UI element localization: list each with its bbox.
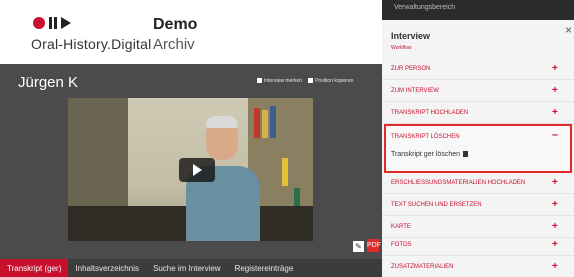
- sidebar-item-interview[interactable]: ZUM INTERVIEW +: [382, 80, 574, 102]
- record-dot-icon: [33, 17, 45, 29]
- archive-title: Demo: [153, 16, 198, 33]
- book: [282, 158, 288, 186]
- collapse-icon[interactable]: –: [552, 129, 558, 141]
- sidebar-item-label: ZUR PERSON: [391, 66, 431, 72]
- interviewee-hair: [206, 116, 238, 128]
- copy-position-link[interactable]: Position kopieren: [308, 78, 353, 84]
- star-icon: [257, 78, 262, 83]
- book: [262, 110, 268, 138]
- expand-icon: +: [552, 221, 558, 232]
- delete-transcript-button[interactable]: Transkript ger löschen: [391, 151, 468, 158]
- sidebar-item-additional-materials[interactable]: ZUSATZMATERIALIEN +: [382, 256, 574, 277]
- sidebar-item-search-replace[interactable]: TEXT SUCHEN UND ERSETZEN +: [382, 194, 574, 216]
- sidebar-item-delete-transcript[interactable]: TRANSKRIPT LÖSCHEN – Transkript ger lösc…: [384, 124, 572, 173]
- play-button[interactable]: [179, 158, 215, 182]
- sidebar-heading: Interview: [391, 31, 431, 41]
- pause-icon: [49, 17, 57, 29]
- pdf-download-icon[interactable]: PDF: [367, 239, 381, 252]
- expand-icon: +: [552, 63, 558, 74]
- play-icon: [61, 17, 71, 29]
- sidebar-item-label: ERSCHLIESSUNGSMATERIALIEN HOCHLADEN: [391, 180, 526, 186]
- tab-table-of-contents[interactable]: Inhaltsverzeichnis: [68, 259, 146, 277]
- delete-transcript-label: Transkript ger löschen: [391, 151, 460, 158]
- expand-icon: +: [552, 85, 558, 96]
- sidebar-item-upload-transcript[interactable]: TRANSKRIPT HOCHLADEN +: [382, 102, 574, 124]
- mark-interview-label: Interview merken: [264, 78, 303, 84]
- tab-search-in-interview[interactable]: Suche im Interview: [146, 259, 228, 277]
- edit-icon[interactable]: ✎: [353, 241, 364, 252]
- sidebar-item-label: ZUM INTERVIEW: [391, 88, 439, 94]
- expand-icon: +: [552, 239, 558, 250]
- expand-icon: +: [552, 177, 558, 188]
- sidebar-item-upload-materials[interactable]: ERSCHLIESSUNGSMATERIALIEN HOCHLADEN +: [382, 172, 574, 194]
- copy-position-label: Position kopieren: [315, 78, 354, 84]
- logo-text[interactable]: Oral-History.Digital: [31, 36, 151, 52]
- trash-icon: [463, 151, 468, 157]
- book: [270, 106, 276, 138]
- tab-bar: Transkript (ger) Inhaltsverzeichnis Such…: [0, 259, 382, 277]
- tab-transcript[interactable]: Transkript (ger): [0, 259, 69, 277]
- sidebar-subheading[interactable]: Workflow: [391, 45, 411, 51]
- page: Oral-History.Digital Demo Archiv Jürgen …: [0, 0, 574, 277]
- sidebar-item-label: TRANSKRIPT LÖSCHEN: [391, 134, 460, 140]
- expand-icon: +: [552, 107, 558, 118]
- sidebar-item-label: FOTOS: [391, 242, 412, 248]
- sidebar-item-photos[interactable]: FOTOS +: [382, 234, 574, 256]
- sidebar-item-label: TEXT SUCHEN UND ERSETZEN: [391, 202, 482, 208]
- sidebar-item-person[interactable]: ZUR PERSON +: [382, 58, 574, 80]
- bookmark-icon: [308, 78, 314, 83]
- interview-actions: Interview merken Position kopieren: [257, 78, 353, 84]
- sidebar-item-label: KARTE: [391, 224, 411, 230]
- expand-icon: +: [552, 199, 558, 210]
- sidebar-top-label: Verwaltungsbereich: [394, 4, 456, 11]
- book: [254, 108, 260, 138]
- tab-register-entries[interactable]: Registereinträge: [228, 259, 301, 277]
- interview-title: Jürgen K: [18, 74, 79, 91]
- archive-subtitle: Archiv: [153, 36, 195, 53]
- mark-interview-link[interactable]: Interview merken: [257, 78, 302, 84]
- logo-icon[interactable]: [33, 17, 71, 29]
- sidebar-top-bar: Verwaltungsbereich: [382, 0, 574, 20]
- close-icon[interactable]: ×: [565, 23, 572, 37]
- sidebar-item-label: TRANSKRIPT HOCHLADEN: [391, 110, 469, 116]
- sidebar-item-label: ZUSATZMATERIALIEN: [391, 264, 454, 270]
- header: Oral-History.Digital Demo Archiv: [0, 0, 382, 64]
- expand-icon: +: [552, 261, 558, 272]
